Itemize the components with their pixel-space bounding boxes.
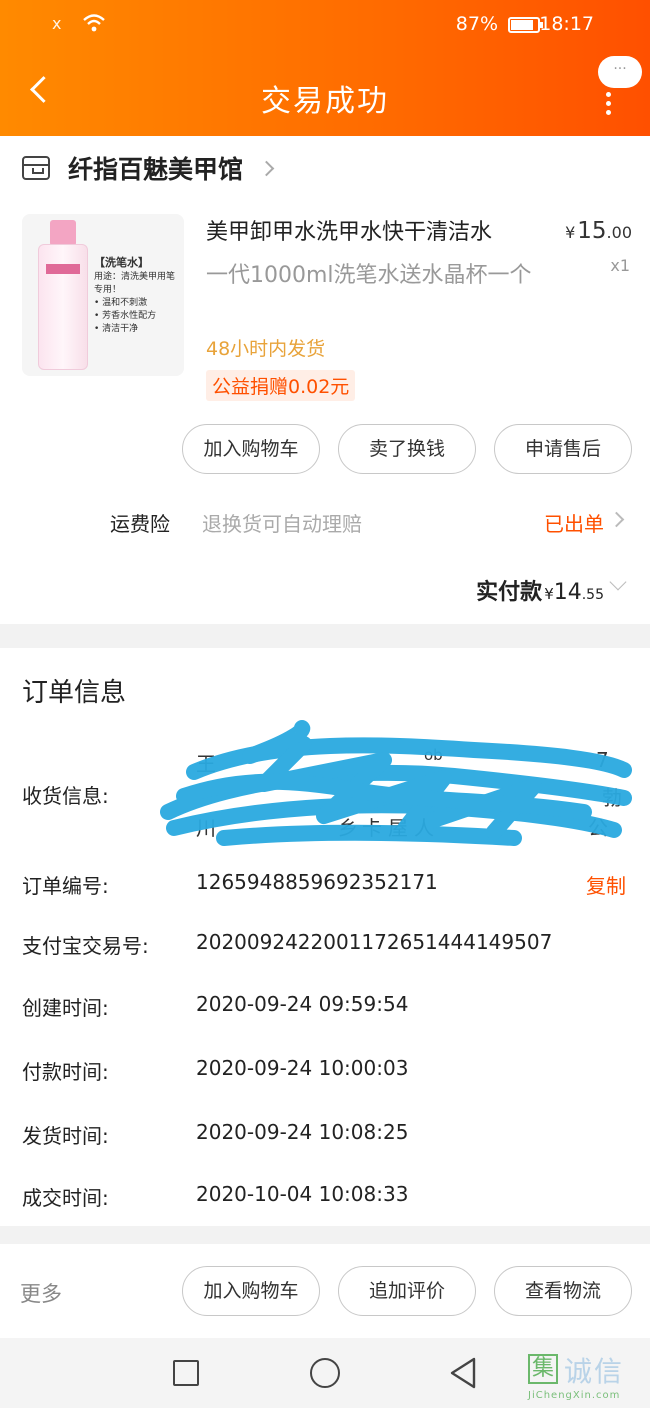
product-card: 纤指百魅美甲馆 【洗笔水】 用途：清洗美甲用笔专用！ • 温和不刺激 • 芳香水… [0,136,650,624]
alipay-id-label: 支付宝交易号: [22,934,149,958]
wifi-icon [82,12,106,39]
order-number-label: 订单编号: [22,874,109,898]
paid-amount: 实付款 ¥14.55 [476,580,604,605]
completed-time-label: 成交时间: [22,1186,109,1210]
bottle-illustration [38,220,88,370]
add-to-cart-button[interactable]: 加入购物车 [182,1266,320,1316]
after-sales-button[interactable]: 申请售后 [494,424,632,474]
charity-badge: 公益捐赠0.02元 [206,370,356,401]
back-triangle-icon[interactable] [448,1356,478,1390]
shipping-note: 48小时内发货 [206,338,326,360]
order-info-card: 订单信息 收货信息: 王 川 ob 7 勃 公 乡 卡 屋 人 订单编号: 12… [0,648,650,1226]
view-logistics-button[interactable]: 查看物流 [494,1266,632,1316]
battery-icon [508,17,543,33]
product-price: ¥15.00 [565,218,632,244]
resell-button[interactable]: 卖了换钱 [338,424,476,474]
product-title[interactable]: 美甲卸甲水洗甲水快干清洁水 [206,216,546,250]
created-time: 2020-09-24 09:59:54 [196,992,409,1016]
shop-name[interactable]: 纤指百魅美甲馆 [68,150,243,186]
footer-action-bar: 更多 加入购物车 追加评价 查看物流 [0,1244,650,1338]
add-to-cart-button[interactable]: 加入购物车 [182,424,320,474]
more-menu-icon[interactable] [606,92,612,115]
insurance-status[interactable]: 已出单 [544,508,604,537]
product-spec: 一代1000ml洗笔水送水晶杯一个 [206,263,532,288]
shop-row[interactable]: 纤指百魅美甲馆 [22,148,275,188]
redaction-scribble [160,720,632,846]
product-quantity: x1 [610,256,630,275]
recent-apps-icon[interactable] [173,1360,199,1386]
chevron-right-icon [258,160,275,176]
copy-button[interactable]: 复制 [586,870,626,899]
status-bar: x 87% 18:17 [0,12,650,40]
signal-icon: x [52,14,62,33]
paid-time: 2020-09-24 10:00:03 [196,1056,409,1080]
insurance-label: 运费险 [110,512,170,536]
product-image[interactable]: 【洗笔水】 用途：清洗美甲用笔专用！ • 温和不刺激 • 芳香水性配方 • 清洁… [22,214,184,376]
store-icon [22,156,50,180]
shipped-time-label: 发货时间: [22,1124,109,1148]
battery-percent: 87% [455,13,498,35]
header-bar: x 87% 18:17 交易成功 ··· [0,0,650,136]
shipped-time: 2020-09-24 10:08:25 [196,1120,409,1144]
completed-time: 2020-10-04 10:08:33 [196,1182,409,1206]
watermark-logo: 集 诚信 JiChengXin.com [528,1354,625,1401]
insurance-desc: 退换货可自动理赔 [202,512,362,536]
home-icon[interactable] [310,1358,340,1388]
product-image-text: 【洗笔水】 用途：清洗美甲用笔专用！ • 温和不刺激 • 芳香水性配方 • 清洁… [94,256,176,334]
clock: 18:17 [539,13,594,35]
created-time-label: 创建时间: [22,996,109,1020]
alipay-id: 2020092422001172651444149507 [196,930,553,954]
order-number: 1265948859692352171 [196,870,438,894]
more-link[interactable]: 更多 [20,1278,62,1308]
address-label: 收货信息: [22,784,109,808]
order-info-title: 订单信息 [22,678,127,708]
chevron-right-icon[interactable] [608,511,625,528]
page-title: 交易成功 [261,84,389,119]
system-nav-bar: 集 诚信 JiChengXin.com [0,1338,650,1408]
add-review-button[interactable]: 追加评价 [338,1266,476,1316]
chevron-down-icon[interactable] [609,573,627,591]
paid-time-label: 付款时间: [22,1060,109,1084]
message-bubble-icon[interactable]: ··· [598,56,642,88]
